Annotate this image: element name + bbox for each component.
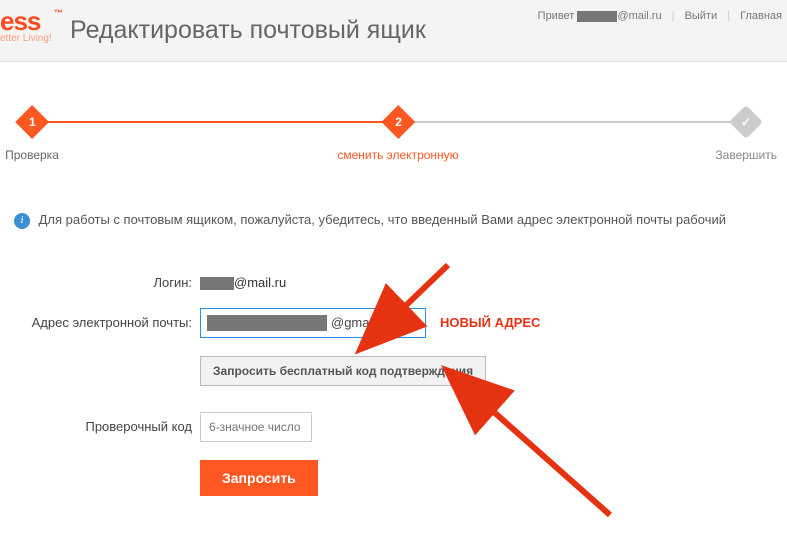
step-label: Проверка: [5, 148, 59, 162]
code-label: Проверочный код: [0, 419, 200, 434]
login-value: @mail.ru: [200, 275, 286, 290]
email-label: Адрес электронной почты:: [0, 315, 200, 330]
email-suffix: @mail.ru: [617, 10, 661, 22]
annotation-arrows: [0, 255, 787, 555]
step-label: сменить электронную: [337, 148, 458, 162]
email-field[interactable]: @gmail.cor: [200, 308, 426, 338]
logo-text: ess: [0, 6, 40, 36]
logout-link[interactable]: Выйти: [685, 10, 718, 22]
row-login: Логин: @mail.ru: [0, 275, 787, 290]
row-request-code: Запросить бесплатный код подтверждения: [0, 356, 787, 386]
step-2: 2 сменить электронную: [337, 110, 458, 162]
page-title: Редактировать почтовый ящик: [70, 16, 426, 45]
progress-steps: 1 Проверка 2 сменить электронную ✓ Завер…: [18, 110, 769, 170]
request-code-button[interactable]: Запросить бесплатный код подтверждения: [200, 356, 486, 386]
check-icon: ✓: [741, 115, 751, 129]
email-value-masked: [207, 315, 327, 331]
code-field[interactable]: [200, 412, 312, 442]
submit-button[interactable]: Запросить: [200, 460, 318, 496]
login-label: Логин:: [0, 275, 200, 290]
logo[interactable]: ess ™ etter Living!: [0, 6, 52, 44]
form: Логин: @mail.ru Адрес электронной почты:…: [0, 275, 787, 496]
annotation-new-address: НОВЫЙ АДРЕС: [440, 315, 540, 330]
login-suffix: @mail.ru: [234, 275, 286, 290]
info-box: i Для работы с почтовым ящиком, пожалуйс…: [14, 210, 773, 230]
home-link[interactable]: Главная: [740, 10, 782, 22]
login-masked: [200, 277, 234, 290]
step-number: 1: [29, 115, 36, 129]
step-3: ✓ Завершить: [715, 110, 777, 162]
info-text: Для работы с почтовым ящиком, пожалуйста…: [39, 212, 726, 227]
email-domain: @gmail.cor: [331, 315, 397, 330]
userbar: Привет @mail.ru | Выйти | Главная: [538, 10, 782, 22]
step-label: Завершить: [715, 148, 777, 162]
info-icon: i: [14, 213, 30, 229]
step-number: 2: [395, 115, 402, 129]
separator: |: [727, 10, 730, 22]
header: ess ™ etter Living! Редактировать почтов…: [0, 0, 787, 62]
separator: |: [672, 10, 675, 22]
logo-tm: ™: [54, 8, 62, 18]
row-email: Адрес электронной почты: @gmail.cor НОВЫ…: [0, 308, 787, 338]
username-masked: [577, 11, 617, 22]
row-code: Проверочный код: [0, 412, 787, 442]
greeting-label: Привет: [538, 10, 575, 22]
row-submit: Запросить: [0, 460, 787, 496]
step-1: 1 Проверка: [5, 110, 59, 162]
step-badge: ✓: [729, 105, 763, 139]
step-badge: 2: [381, 105, 415, 139]
step-badge: 1: [15, 105, 49, 139]
